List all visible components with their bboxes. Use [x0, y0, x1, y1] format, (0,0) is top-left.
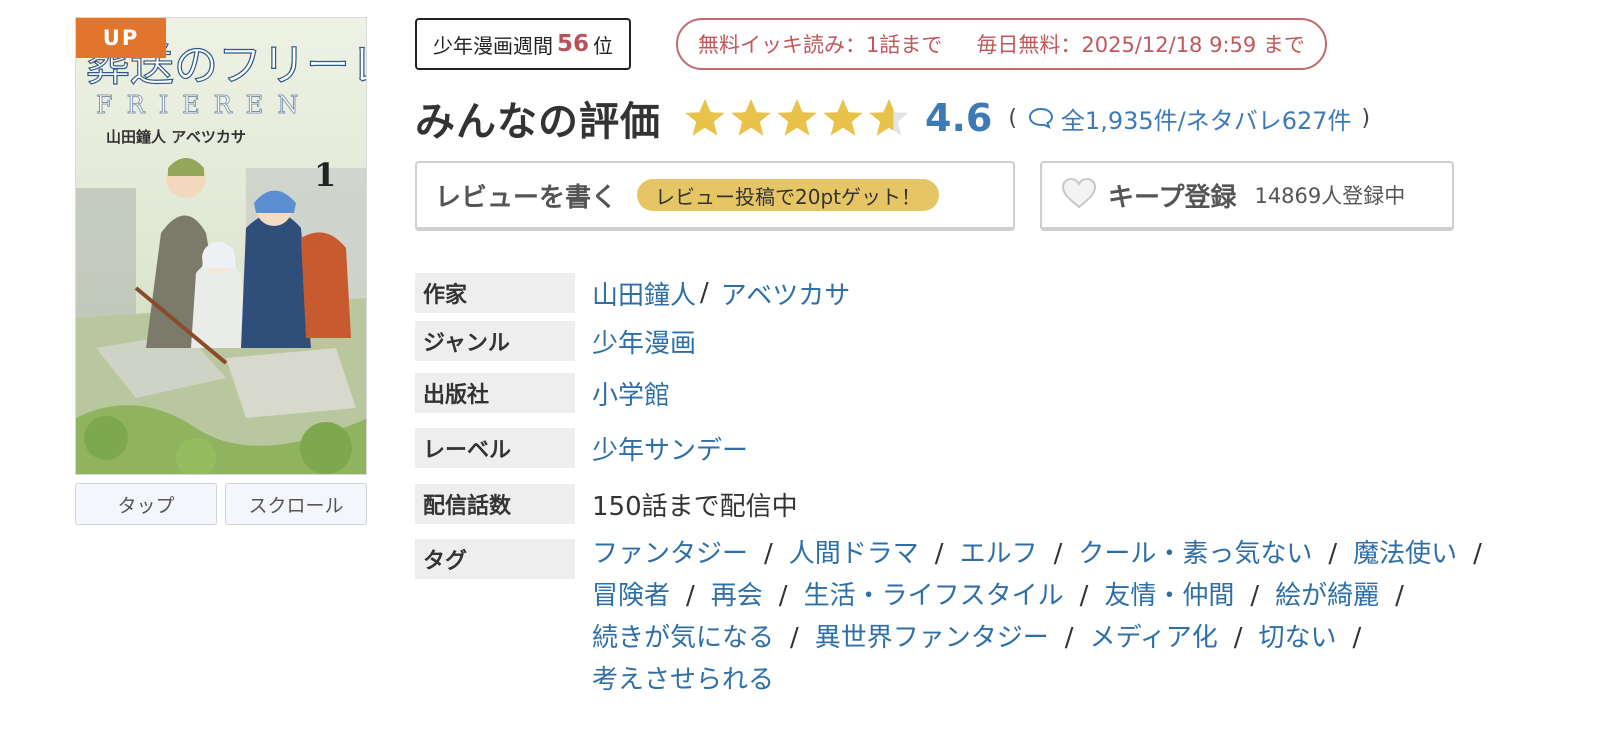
star-icon: [775, 97, 819, 139]
free-read-badge: 無料イッキ読み：1話まで 毎日無料：2025/12/18 9:59 まで: [676, 18, 1327, 70]
free-ikki-text: 無料イッキ読み：1話まで: [698, 33, 943, 57]
tag-line-1: ファンタジー / 人間ドラマ / エルフ / クール・素っ気ない / 魔法使い /: [592, 539, 1482, 569]
tag-line-4: 考えさせられる: [592, 659, 774, 696]
rating-stars: [683, 97, 911, 139]
publisher-link[interactable]: 小学館: [592, 375, 670, 412]
tag-link[interactable]: ファンタジー: [592, 539, 748, 569]
rating-row: みんなの評価 4.6 ( 全1,935件/ネタバレ627件 ): [415, 88, 1370, 148]
keep-button[interactable]: キープ登録 14869人登録中: [1040, 161, 1454, 231]
star-icon: [729, 97, 773, 139]
label-link[interactable]: 少年サンデー: [592, 430, 748, 467]
author-values: 山田鐘人 / アベツカサ: [592, 273, 850, 313]
tag-link[interactable]: メディア化: [1090, 623, 1218, 653]
author-link-1[interactable]: 山田鐘人: [592, 275, 696, 312]
label-label: レーベル: [415, 428, 575, 468]
episodes-label: 配信話数: [415, 484, 575, 524]
write-review-button[interactable]: レビューを書く レビュー投稿で20ptゲット！: [415, 161, 1015, 231]
star-icon: [683, 97, 727, 139]
tag-link[interactable]: 再会: [711, 581, 763, 611]
rating-title: みんなの評価: [415, 99, 661, 145]
tag-link[interactable]: 考えさせられる: [592, 665, 774, 695]
tag-line-2: 冒険者 / 再会 / 生活・ライフスタイル / 友情・仲間 / 絵が綺麗 /: [592, 581, 1404, 611]
tags-label: タグ: [415, 539, 575, 579]
rank-suffix: 位: [593, 33, 614, 58]
star-icon: [867, 97, 911, 139]
close-paren: ): [1361, 105, 1371, 131]
label-value: 少年サンデー: [592, 428, 748, 468]
up-badge: UP: [76, 18, 166, 58]
rank-prefix: 少年漫画週間: [433, 33, 553, 58]
review-count-link[interactable]: 全1,935件/ネタバレ627件: [1061, 101, 1352, 136]
tag-link[interactable]: 冒険者: [592, 581, 670, 611]
keep-label: キープ登録: [1108, 182, 1237, 213]
rating-score: 4.6: [925, 96, 993, 140]
episodes-value: 150話まで配信中: [592, 491, 798, 522]
review-promo-pill: レビュー投稿で20ptゲット！: [637, 179, 940, 211]
tag-link[interactable]: クール・素っ気ない: [1078, 539, 1312, 569]
genre-link[interactable]: 少年漫画: [592, 323, 696, 360]
author-separator: /: [700, 278, 709, 308]
keep-count: 14869人登録中: [1254, 184, 1406, 208]
rank-number: 56: [557, 31, 590, 57]
tag-link[interactable]: 魔法使い: [1353, 539, 1457, 569]
tag-link[interactable]: 切ない: [1259, 623, 1337, 653]
genre-label: ジャンル: [415, 321, 575, 361]
tag-link[interactable]: 人間ドラマ: [789, 539, 919, 569]
star-icon: [821, 97, 865, 139]
cover-credits: 山田鐘人 アベツカサ: [106, 128, 246, 146]
tag-link[interactable]: 続きが気になる: [592, 623, 774, 653]
weekly-rank-badge[interactable]: 少年漫画週間 56 位: [415, 18, 632, 70]
scroll-mode-button[interactable]: スクロール: [225, 483, 367, 525]
tap-mode-button[interactable]: タップ: [75, 483, 217, 525]
write-review-label: レビューを書く: [435, 182, 618, 213]
view-mode-buttons: タップ スクロール: [75, 483, 367, 525]
publisher-value: 小学館: [592, 373, 670, 413]
cover-volume: 1: [314, 156, 336, 194]
tag-link[interactable]: 生活・ライフスタイル: [804, 581, 1064, 611]
cover-title-romaji: FRIEREN: [96, 91, 312, 119]
author-link-2[interactable]: アベツカサ: [721, 275, 850, 312]
publisher-label: 出版社: [415, 373, 575, 413]
genre-value: 少年漫画: [592, 321, 696, 361]
free-daily-text: 毎日無料：2025/12/18 9:59 まで: [976, 33, 1305, 57]
tag-link[interactable]: エルフ: [960, 539, 1038, 569]
open-paren: (: [1008, 105, 1017, 131]
tag-line-3: 続きが気になる / 異世界ファンタジー / メディア化 / 切ない /: [592, 623, 1362, 653]
heart-icon: [1060, 176, 1098, 214]
tag-link[interactable]: 異世界ファンタジー: [815, 623, 1049, 653]
author-label: 作家: [415, 273, 575, 313]
cover-image[interactable]: 葬送のフリーレン FRIEREN 山田鐘人 アベツカサ 1 UP: [75, 17, 367, 475]
review-counts[interactable]: ( 全1,935件/ネタバレ627件 ): [1008, 101, 1370, 136]
tag-link[interactable]: 絵が綺麗: [1275, 581, 1379, 611]
comment-bubble-icon: [1027, 106, 1055, 130]
tag-link[interactable]: 友情・仲間: [1104, 581, 1234, 611]
